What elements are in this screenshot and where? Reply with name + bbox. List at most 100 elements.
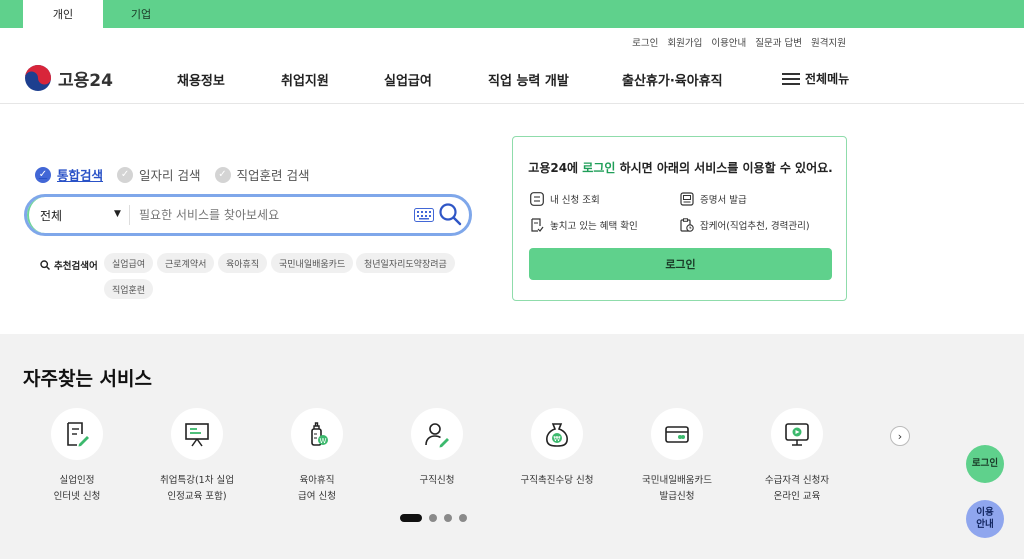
keyword-chip[interactable]: 직업훈련 [104,279,154,299]
keyword-chip[interactable]: 국민내일배움카드 [271,253,354,273]
card-icon [665,426,689,443]
nav-item-employment-support[interactable]: 취업지원 [281,70,329,89]
clipboard-clock-icon [680,218,694,232]
service-label: 구직촉진수당 신청 [520,475,594,486]
caret-down-icon: ▼ [114,209,121,219]
service-item-online-education[interactable]: 수급자격 신청자 온라인 교육 [737,408,857,505]
list-check-icon [530,192,544,206]
search-type-selector: ✓ 통합검색 ✓ 일자리 검색 ✓ 직업훈련 검색 [35,165,309,184]
login-promo-box: 고용24에 로그인 하시면 아래의 서비스를 이용할 수 있어요. 내 신청 조… [512,136,847,301]
util-remote-link[interactable]: 원격지원 [811,35,846,49]
keyword-chip[interactable]: 육아휴직 [218,253,268,273]
carousel-dot[interactable] [400,514,422,522]
nav-item-vocational-training[interactable]: 직업 능력 개발 [488,70,569,89]
login-benefit-label: 증명서 발급 [700,195,747,206]
search-type-label: 통합검색 [57,168,104,183]
service-item-learning-card[interactable]: 국민내일배움카드 발급신청 [617,408,737,505]
all-menu-button[interactable]: 전체메뉴 [782,70,849,87]
service-icon-wrap [171,408,223,460]
service-label: 취업특강(1차 실업 인정교육 포함) [160,475,234,502]
login-promo-title: 고용24에 로그인 하시면 아래의 서비스를 이용할 수 있어요. [513,159,848,176]
service-icon-wrap: W [291,408,343,460]
search-type-label: 일자리 검색 [139,168,201,183]
floating-guide-button[interactable]: 이용 안내 [966,500,1004,538]
presentation-board-icon [185,423,209,447]
search-type-training[interactable]: ✓ 직업훈련 검색 [214,165,310,184]
all-menu-label: 전체메뉴 [805,72,850,86]
check-icon: ✓ [35,166,51,183]
search-type-integrated[interactable]: ✓ 통합검색 [35,165,103,184]
service-icon-wrap [51,408,103,460]
keyboard-icon[interactable] [414,208,434,222]
floating-login-button[interactable]: 로그인 [966,445,1004,483]
login-promo-title-highlight: 로그인 [582,161,616,175]
recommend-label-text: 추천검색어 [54,261,98,272]
keyword-chip[interactable]: 청년일자리도약장려금 [356,253,455,273]
util-guide-link[interactable]: 이용안내 [711,35,746,49]
search-category-select[interactable]: 전체 ▼ [40,207,130,224]
money-bag-icon: ₩ [546,423,568,447]
service-label: 구직신청 [419,475,455,486]
search-type-label: 직업훈련 검색 [236,168,310,183]
service-label: 수급자격 신청자 온라인 교육 [764,475,830,502]
tab-personal[interactable]: 개인 [23,0,103,28]
utility-links: 로그인 회원가입 이용안내 질문과 답변 원격지원 [632,35,846,49]
frequent-services-section: 자주찾는 서비스 실업인정 인터넷 신청 취업특강(1차 실업 인정교육 포함) [0,334,1024,559]
service-label: 실업인정 인터넷 신청 [53,475,101,502]
login-benefit-missed-benefits[interactable]: 놓치고 있는 혜택 확인 [530,218,638,232]
monitor-play-icon [785,423,809,446]
service-icon-wrap: ₩ [531,408,583,460]
util-login-link[interactable]: 로그인 [632,35,658,49]
carousel-dot[interactable] [429,514,437,522]
nav-item-jobs[interactable]: 채용정보 [177,70,225,89]
login-button[interactable]: 로그인 [529,248,832,280]
carousel-pagination [400,514,467,522]
login-promo-title-post: 하시면 아래의 서비스를 이용할 수 있어요. [615,161,833,175]
keyword-chip[interactable]: 실업급여 [104,253,154,273]
login-benefit-label: 잡케어(직업추천, 경력관리) [700,221,810,232]
nav-item-maternity-leave[interactable]: 출산휴가·육아휴직 [622,70,723,89]
login-benefit-certificate[interactable]: 증명서 발급 [680,192,747,206]
search-category-value: 전체 [40,209,63,223]
baby-bottle-icon: W [311,422,328,446]
search-type-jobs[interactable]: ✓ 일자리 검색 [117,165,201,184]
document-check-icon [531,218,544,232]
service-icon-wrap [771,408,823,460]
service-label: 국민내일배움카드 발급신청 [642,475,712,502]
chevron-right-icon: › [897,429,903,443]
keyword-chip[interactable]: 근로계약서 [157,253,215,273]
search-box: 전체 ▼ [24,194,472,236]
login-benefit-my-applications[interactable]: 내 신청 조회 [530,192,600,206]
nav-item-unemployment-benefit[interactable]: 실업급여 [384,70,432,89]
svg-text:W: W [320,437,327,445]
search-icon [40,260,50,270]
service-label: 육아휴직 급여 신청 [298,475,336,502]
search-icon[interactable] [438,202,462,226]
certificate-icon [680,192,694,206]
service-item-employment-lecture[interactable]: 취업특강(1차 실업 인정교육 포함) [137,408,257,505]
document-pen-icon [67,422,89,447]
util-qna-link[interactable]: 질문과 답변 [755,35,802,49]
carousel-dot[interactable] [444,514,452,522]
search-divider [129,205,130,225]
person-pen-icon [425,423,449,448]
search-input[interactable] [139,205,409,225]
login-benefit-label: 내 신청 조회 [550,195,600,206]
main-navigation: 채용정보 취업지원 실업급여 직업 능력 개발 출산휴가·육아휴직 [0,70,1024,90]
hamburger-icon [782,72,800,85]
service-icon-wrap [411,408,463,460]
service-item-job-promotion-allowance[interactable]: ₩ 구직촉진수당 신청 [497,408,617,489]
login-benefit-jobcare[interactable]: 잡케어(직업추천, 경력관리) [680,218,810,232]
section-title: 자주찾는 서비스 [23,368,152,390]
service-icon-wrap [651,408,703,460]
util-signup-link[interactable]: 회원가입 [667,35,702,49]
service-item-parental-leave-benefit[interactable]: W 육아휴직 급여 신청 [257,408,377,505]
login-promo-title-pre: 고용24에 [528,161,583,175]
tab-business[interactable]: 기업 [101,0,181,28]
carousel-next-button[interactable]: › [890,426,910,446]
carousel-dot[interactable] [459,514,467,522]
top-bar: 개인 기업 [0,0,1024,28]
service-item-unemployment-recognition[interactable]: 실업인정 인터넷 신청 [17,408,137,505]
service-item-job-seeking[interactable]: 구직신청 [377,408,497,489]
recommended-keywords-label: 추천검색어 [40,258,98,272]
